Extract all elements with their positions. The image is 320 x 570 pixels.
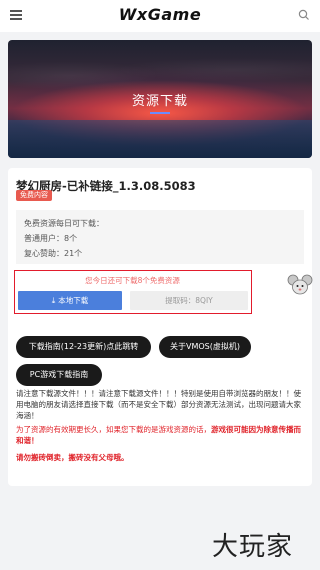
watermark-logo: 大玩家	[212, 532, 294, 562]
hero-banner: 资源下载	[8, 40, 312, 158]
hero-title: 资源下载	[131, 94, 188, 109]
search-icon[interactable]	[298, 9, 310, 21]
quota-vip-users: 复心赞助：21个	[24, 249, 83, 258]
free-badge: 免费内容	[16, 190, 52, 201]
mouse-mascot-icon[interactable]	[287, 274, 313, 296]
local-download-label: 本地下载	[58, 296, 89, 305]
download-remaining-notice: 您今日还可下载8个免费资源	[85, 276, 180, 285]
download-box: 您今日还可下载8个免费资源 ⤓ 本地下载 提取码：8QIY	[14, 270, 252, 314]
vmos-button[interactable]: 关于VMOS(虚拟机)	[159, 336, 251, 358]
quota-heading: 免费资源每日可下载：	[24, 219, 104, 228]
hero-underline	[150, 112, 170, 114]
resource-notice-text: 为了资源的有效期更长久，如果您下载的是游戏资源的话，	[16, 425, 211, 434]
site-logo[interactable]: WxGame	[0, 5, 320, 24]
resource-notice: 为了资源的有效期更长久，如果您下载的是游戏资源的话，游戏很可能因为除意传播而和谐…	[16, 424, 306, 446]
top-bar: WxGame	[0, 0, 320, 32]
extraction-code[interactable]: 提取码：8QIY	[130, 291, 248, 310]
download-guide-button[interactable]: 下载指南(12-23更新)点此跳转	[16, 336, 151, 358]
local-download-button[interactable]: ⤓ 本地下载	[18, 291, 122, 310]
resource-card: 梦幻厨房-已补链接_1.3.08.5083 免费内容 免费资源每日可下载： 普通…	[8, 168, 312, 486]
quota-box: 免费资源每日可下载： 普通用户：8个 复心赞助：21个	[16, 210, 304, 264]
no-resale-notice: 请勿搬砖倒卖，搬砖没有父母哦。	[16, 453, 129, 462]
hero-water	[8, 120, 312, 158]
quota-normal-users: 普通用户：8个	[24, 234, 78, 243]
download-icon: ⤓	[51, 296, 56, 305]
download-warning-text: 请注意下载源文件！！！请注意下载源文件！！！特别是使用自带浏览器的朋友！！使用电…	[16, 389, 301, 420]
pc-guide-button[interactable]: PC游戏下载指南	[16, 364, 102, 386]
